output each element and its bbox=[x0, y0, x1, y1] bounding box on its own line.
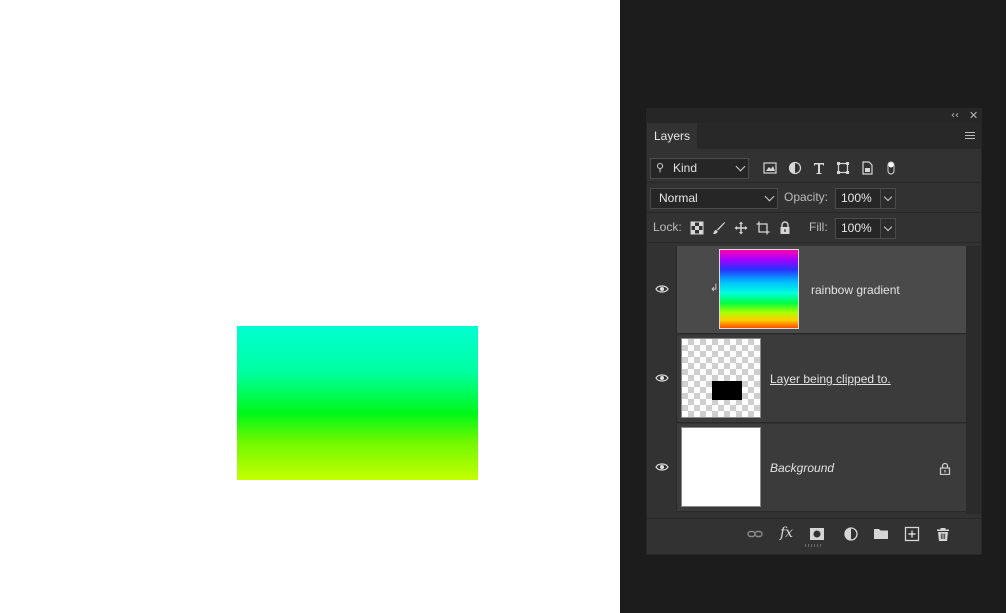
adjustment-layer-icon[interactable] bbox=[843, 526, 859, 542]
layers-list: ↲ rainbow gradient Layer being clipped t… bbox=[647, 246, 966, 514]
kind-filter-label: Kind bbox=[673, 161, 698, 175]
collapse-panel-icon[interactable]: ‹‹ bbox=[951, 109, 959, 123]
layer-thumbnail[interactable] bbox=[681, 427, 761, 507]
chevron-down-icon bbox=[764, 191, 775, 202]
layers-bottom-toolbar: fx bbox=[647, 518, 981, 549]
layer-row-background[interactable]: Background bbox=[647, 424, 966, 512]
close-icon[interactable]: ✕ bbox=[969, 109, 978, 123]
lock-row: Lock: Fill: 100% bbox=[647, 213, 981, 243]
panel-menu-icon[interactable] bbox=[965, 132, 975, 140]
opacity-label: Opacity: bbox=[784, 190, 829, 204]
visibility-column bbox=[647, 424, 677, 512]
panel-tabbar: Layers bbox=[647, 123, 981, 149]
new-layer-icon[interactable] bbox=[904, 526, 920, 542]
eye-icon[interactable] bbox=[655, 284, 669, 294]
visibility-column bbox=[647, 246, 677, 334]
layer-name[interactable]: rainbow gradient bbox=[811, 246, 900, 334]
shape-filter-icon[interactable] bbox=[836, 161, 850, 175]
filter-row: ⚲ Kind bbox=[647, 153, 981, 183]
type-filter-icon[interactable] bbox=[812, 161, 826, 175]
lock-label: Lock: bbox=[653, 220, 682, 234]
image-filter-icon[interactable] bbox=[763, 161, 777, 175]
lock-icon[interactable] bbox=[939, 462, 951, 475]
group-folder-icon[interactable] bbox=[873, 526, 889, 542]
visibility-column bbox=[647, 335, 677, 423]
eye-icon[interactable] bbox=[655, 462, 669, 472]
blend-row: Normal Opacity: 100% bbox=[647, 183, 981, 213]
layer-mask-icon[interactable] bbox=[809, 526, 825, 542]
blend-mode-value: Normal bbox=[659, 191, 698, 205]
lock-transparent-pixels-icon[interactable] bbox=[690, 221, 704, 235]
chevron-down-icon bbox=[883, 192, 893, 202]
fill-label: Fill: bbox=[809, 220, 828, 234]
smart-object-filter-icon[interactable] bbox=[860, 161, 874, 175]
clipping-arrow-icon: ↲ bbox=[710, 283, 719, 294]
lock-artboard-icon[interactable] bbox=[756, 221, 770, 235]
fill-dropdown[interactable] bbox=[881, 218, 896, 239]
filter-toggle-icon[interactable] bbox=[887, 161, 895, 175]
layer-thumbnail[interactable] bbox=[719, 249, 799, 329]
layers-scrollbar[interactable] bbox=[966, 246, 981, 514]
layer-name-text: Layer being clipped to. bbox=[770, 372, 891, 386]
opacity-dropdown[interactable] bbox=[881, 188, 896, 209]
adjustment-filter-icon[interactable] bbox=[788, 161, 802, 175]
trash-icon[interactable] bbox=[935, 526, 951, 542]
panel-resize-grip[interactable] bbox=[805, 544, 823, 547]
lock-all-icon[interactable] bbox=[778, 221, 792, 235]
search-icon: ⚲ bbox=[656, 162, 665, 174]
fill-field[interactable]: 100% bbox=[835, 218, 881, 239]
layer-row-rainbow-gradient[interactable]: ↲ rainbow gradient bbox=[647, 246, 966, 334]
chevron-down-icon bbox=[883, 222, 893, 232]
link-layers-icon[interactable] bbox=[747, 526, 763, 542]
kind-filter-select[interactable]: ⚲ Kind bbox=[650, 158, 749, 179]
layer-thumbnail[interactable] bbox=[681, 338, 761, 418]
tab-layers[interactable]: Layers bbox=[647, 123, 697, 149]
eye-icon[interactable] bbox=[655, 373, 669, 383]
layer-name[interactable]: Layer being clipped to. bbox=[770, 335, 891, 423]
document-canvas[interactable] bbox=[0, 0, 620, 613]
chevron-down-icon bbox=[735, 161, 746, 172]
layer-name[interactable]: Background bbox=[770, 424, 834, 512]
panel-header-bar: ‹‹ ✕ bbox=[647, 109, 981, 123]
opacity-field[interactable]: 100% bbox=[835, 188, 881, 209]
layers-panel: ‹‹ ✕ Layers ⚲ Kind Normal Opacity: 100% … bbox=[646, 108, 982, 555]
fx-icon[interactable]: fx bbox=[780, 525, 793, 541]
layer-row-clip-base[interactable]: Layer being clipped to. bbox=[647, 335, 966, 423]
blend-mode-select[interactable]: Normal bbox=[650, 188, 778, 209]
lock-position-icon[interactable] bbox=[734, 221, 748, 235]
lock-image-pixels-icon[interactable] bbox=[712, 221, 726, 235]
clipped-gradient-shape[interactable] bbox=[237, 326, 478, 480]
